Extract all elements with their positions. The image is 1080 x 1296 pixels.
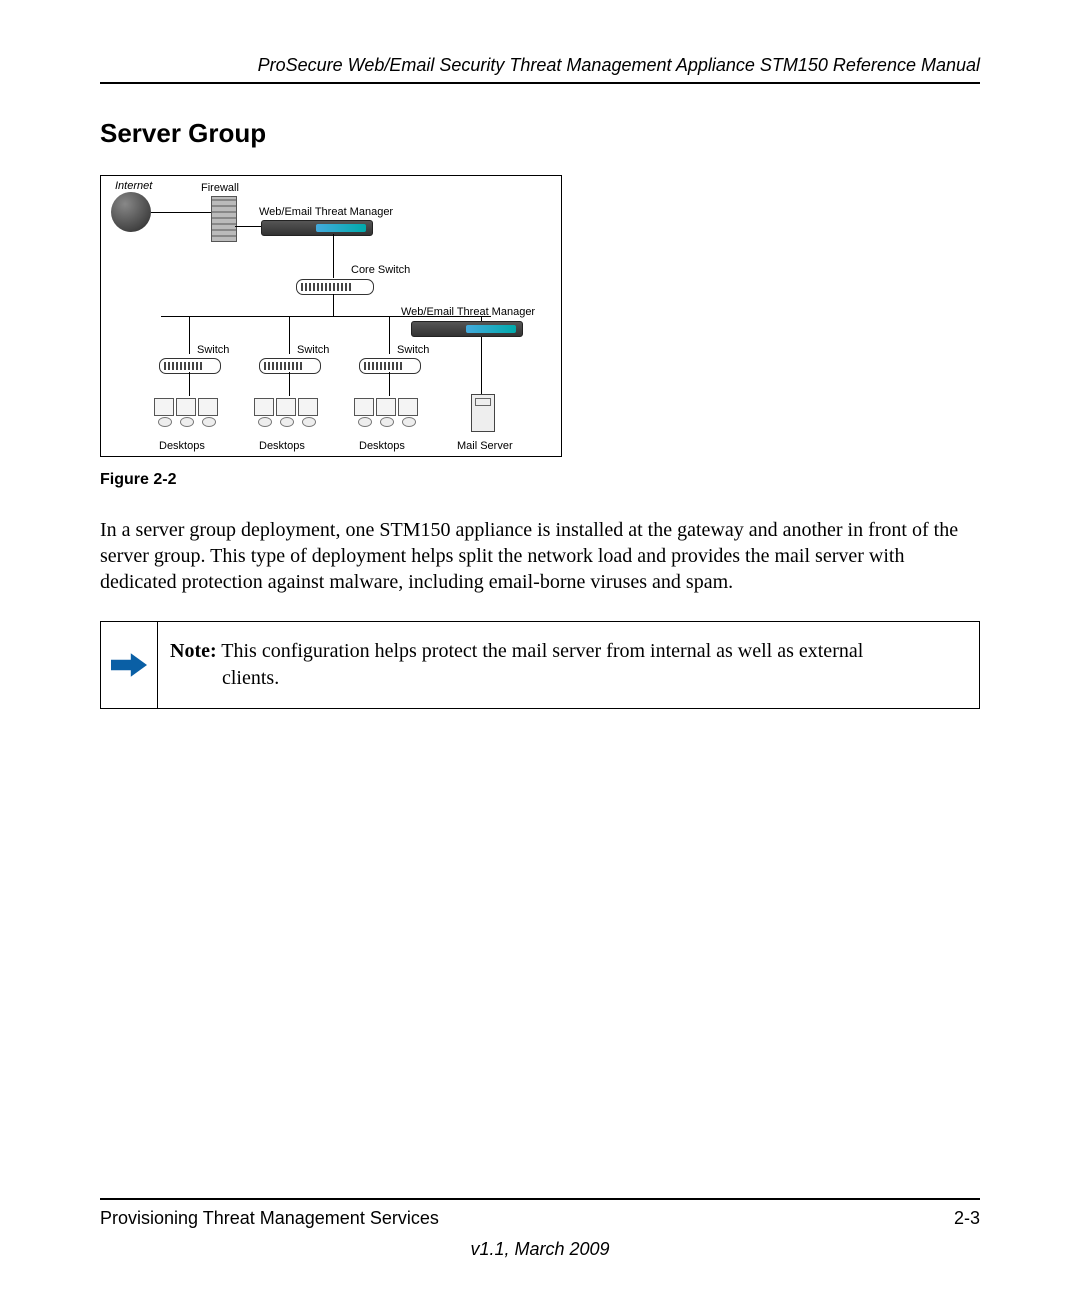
note-icon-cell bbox=[101, 622, 158, 708]
switch-label-2: Switch bbox=[297, 344, 329, 356]
figure-caption: Figure 2-2 bbox=[100, 471, 980, 489]
desktops-label-3: Desktops bbox=[359, 440, 405, 452]
mail-server-icon bbox=[471, 394, 495, 432]
switch-icon-1 bbox=[159, 358, 221, 374]
internet-label: Internet bbox=[115, 180, 152, 192]
threat-manager-right-label: Web/Email Threat Manager bbox=[401, 306, 535, 318]
firewall-icon bbox=[211, 196, 237, 242]
threat-manager-top-label: Web/Email Threat Manager bbox=[259, 206, 393, 218]
mail-server-label: Mail Server bbox=[457, 440, 513, 452]
switch-icon-3 bbox=[359, 358, 421, 374]
network-diagram: Internet Firewall Web/Email Threat Manag… bbox=[100, 175, 562, 457]
switch-label-1: Switch bbox=[197, 344, 229, 356]
desktops-label-1: Desktops bbox=[159, 440, 205, 452]
firewall-label: Firewall bbox=[201, 182, 239, 194]
appliance-top-icon bbox=[261, 220, 373, 236]
desktops-icon-2 bbox=[253, 398, 325, 430]
desktops-icon-3 bbox=[353, 398, 425, 430]
desktops-icon-1 bbox=[153, 398, 225, 430]
body-paragraph: In a server group deployment, one STM150… bbox=[100, 517, 980, 595]
core-switch-icon bbox=[296, 279, 374, 295]
appliance-right-icon bbox=[411, 321, 523, 337]
page-footer: Provisioning Threat Management Services … bbox=[100, 1198, 980, 1260]
footer-section-name: Provisioning Threat Management Services bbox=[100, 1208, 439, 1229]
footer-page-number: 2-3 bbox=[954, 1208, 980, 1229]
arrow-right-icon bbox=[111, 652, 147, 678]
note-text: Note: This configuration helps protect t… bbox=[158, 622, 875, 708]
footer-version: v1.1, March 2009 bbox=[100, 1239, 980, 1260]
note-line1: This configuration helps protect the mai… bbox=[217, 640, 864, 662]
note-box: Note: This configuration helps protect t… bbox=[100, 621, 980, 709]
core-switch-label: Core Switch bbox=[351, 264, 410, 276]
section-title: Server Group bbox=[100, 118, 980, 149]
page: ProSecure Web/Email Security Threat Mana… bbox=[0, 0, 1080, 1296]
footer-rule bbox=[100, 1198, 980, 1200]
note-line2: clients. bbox=[170, 665, 863, 692]
desktops-label-2: Desktops bbox=[259, 440, 305, 452]
note-label: Note: bbox=[170, 640, 217, 662]
switch-label-3: Switch bbox=[397, 344, 429, 356]
switch-icon-2 bbox=[259, 358, 321, 374]
running-header: ProSecure Web/Email Security Threat Mana… bbox=[100, 55, 980, 84]
globe-icon bbox=[111, 192, 151, 232]
